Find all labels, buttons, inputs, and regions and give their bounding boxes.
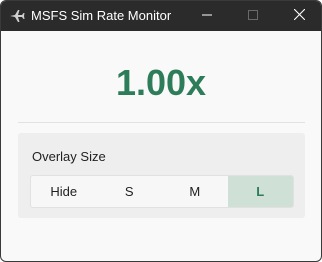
overlay-size-l-button[interactable]: L bbox=[227, 176, 293, 207]
minimize-button[interactable] bbox=[184, 1, 230, 31]
title-bar[interactable]: MSFS Sim Rate Monitor bbox=[1, 1, 321, 31]
overlay-size-hide-button[interactable]: Hide bbox=[31, 176, 97, 207]
app-window: MSFS Sim Rate Monitor 1.00x Overlay Size… bbox=[0, 0, 322, 262]
divider bbox=[18, 122, 305, 123]
maximize-icon bbox=[248, 7, 258, 25]
overlay-size-s-button[interactable]: S bbox=[97, 176, 163, 207]
minimize-icon bbox=[202, 7, 212, 25]
close-icon bbox=[293, 7, 305, 25]
overlay-size-label: Overlay Size bbox=[32, 149, 106, 164]
sim-rate-value: 1.00x bbox=[115, 62, 207, 103]
airplane-icon bbox=[9, 9, 25, 23]
maximize-button[interactable] bbox=[230, 1, 276, 31]
window-title: MSFS Sim Rate Monitor bbox=[31, 8, 172, 23]
overlay-size-panel: Overlay Size Hide S M L bbox=[18, 133, 305, 218]
overlay-size-m-button[interactable]: M bbox=[162, 176, 228, 207]
overlay-size-selector: Hide S M L bbox=[30, 175, 294, 208]
close-button[interactable] bbox=[276, 1, 321, 31]
